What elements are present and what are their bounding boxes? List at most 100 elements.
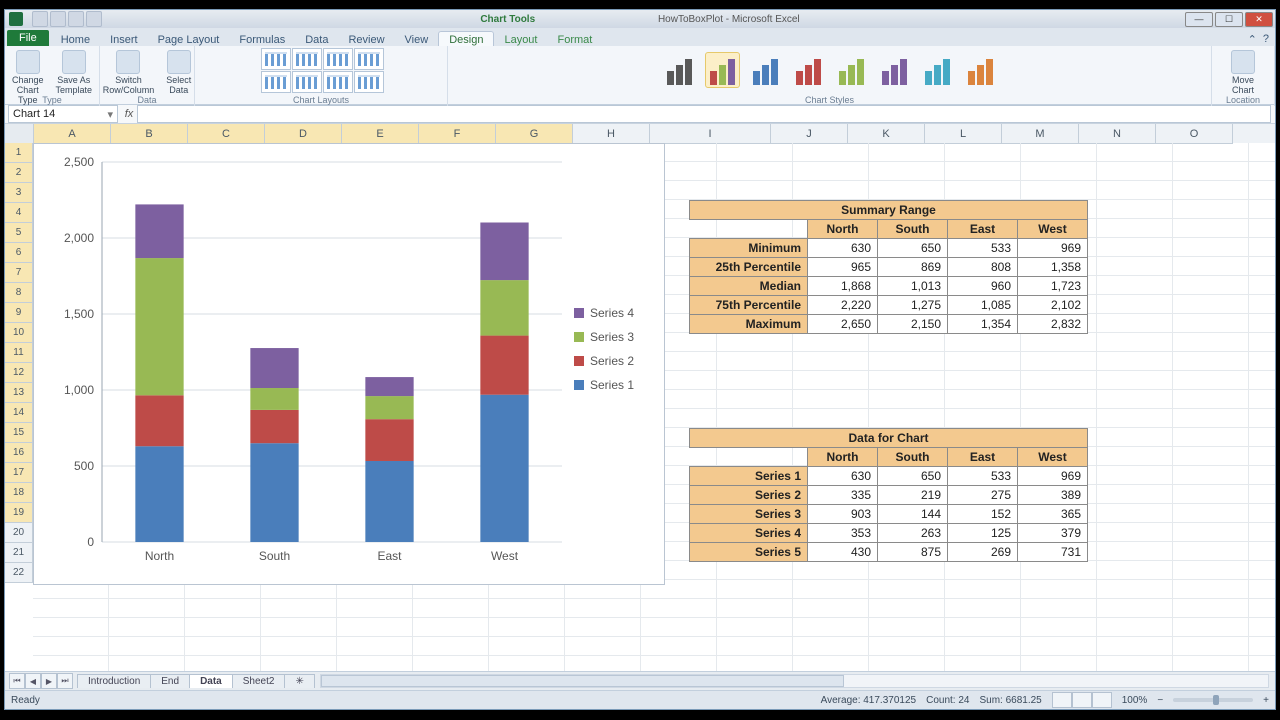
table-cell[interactable]: 365 xyxy=(1018,505,1088,524)
table-cell[interactable]: 903 xyxy=(808,505,878,524)
table-row[interactable]: Median1,8681,0139601,723 xyxy=(690,277,1088,296)
table-cell[interactable]: 869 xyxy=(878,258,948,277)
chart-layout-option[interactable] xyxy=(354,48,384,70)
table-row[interactable]: Maximum2,6502,1501,3542,832 xyxy=(690,315,1088,334)
tab-nav-last-icon[interactable]: ⏭ xyxy=(57,673,73,689)
table-cell[interactable]: 650 xyxy=(878,467,948,486)
chart-layout-option[interactable] xyxy=(292,71,322,93)
tab-nav-first-icon[interactable]: ⏮ xyxy=(9,673,25,689)
chart-layout-option[interactable] xyxy=(323,71,353,93)
row-header[interactable]: 19 xyxy=(5,503,33,523)
qat-more-icon[interactable] xyxy=(86,11,102,27)
sheet-tab[interactable]: Data xyxy=(189,674,233,688)
table-row[interactable]: Series 3903144152365 xyxy=(690,505,1088,524)
row-header[interactable]: 6 xyxy=(5,243,33,263)
table-cell[interactable]: 731 xyxy=(1018,543,1088,562)
column-header[interactable]: A xyxy=(34,124,111,144)
row-header[interactable]: 7 xyxy=(5,263,33,283)
row-header[interactable]: 21 xyxy=(5,543,33,563)
help-icon[interactable]: ? xyxy=(1263,33,1269,46)
chart-style-option[interactable] xyxy=(791,52,826,88)
new-sheet-button[interactable]: ✳ xyxy=(284,674,314,688)
data-for-chart-table[interactable]: Data for ChartNorthSouthEastWestSeries 1… xyxy=(689,428,1088,562)
table-row[interactable]: Minimum630650533969 xyxy=(690,239,1088,258)
table-row[interactable]: 75th Percentile2,2201,2751,0852,102 xyxy=(690,296,1088,315)
table-cell[interactable]: 125 xyxy=(948,524,1018,543)
column-header[interactable]: H xyxy=(573,124,650,144)
zoom-out-icon[interactable]: − xyxy=(1157,695,1163,706)
window-close-button[interactable]: ✕ xyxy=(1245,12,1273,27)
column-header[interactable]: K xyxy=(848,124,925,144)
chart-style-option[interactable] xyxy=(662,52,697,88)
row-header[interactable]: 5 xyxy=(5,223,33,243)
name-box[interactable]: Chart 14▾ xyxy=(8,105,118,123)
row-header[interactable]: 22 xyxy=(5,563,33,583)
table-row[interactable]: Series 1630650533969 xyxy=(690,467,1088,486)
select-data-button[interactable]: Select Data xyxy=(162,48,195,97)
chart-layout-option[interactable] xyxy=(261,71,291,93)
row-header[interactable]: 17 xyxy=(5,463,33,483)
move-chart-button[interactable]: Move Chart xyxy=(1218,48,1268,97)
table-cell[interactable]: 969 xyxy=(1018,239,1088,258)
table-cell[interactable]: 269 xyxy=(948,543,1018,562)
table-cell[interactable]: 969 xyxy=(1018,467,1088,486)
row-header[interactable]: 2 xyxy=(5,163,33,183)
table-row[interactable]: Series 4353263125379 xyxy=(690,524,1088,543)
table-cell[interactable]: 2,150 xyxy=(878,315,948,334)
table-cell[interactable]: 2,220 xyxy=(808,296,878,315)
table-cell[interactable]: 144 xyxy=(878,505,948,524)
table-cell[interactable]: 960 xyxy=(948,277,1018,296)
sheet-tab[interactable]: Introduction xyxy=(77,674,151,688)
chart-layout-option[interactable] xyxy=(292,48,322,70)
table-cell[interactable]: 965 xyxy=(808,258,878,277)
window-maximize-button[interactable]: ☐ xyxy=(1215,12,1243,27)
sheet-tab[interactable]: Sheet2 xyxy=(232,674,286,688)
window-minimize-button[interactable]: — xyxy=(1185,12,1213,27)
summary-range-table[interactable]: Summary RangeNorthSouthEastWestMinimum63… xyxy=(689,200,1088,334)
chart-style-option[interactable] xyxy=(877,52,912,88)
table-cell[interactable]: 263 xyxy=(878,524,948,543)
row-header[interactable]: 20 xyxy=(5,523,33,543)
column-header[interactable]: B xyxy=(111,124,188,144)
table-row[interactable]: Series 2335219275389 xyxy=(690,486,1088,505)
column-header[interactable]: M xyxy=(1002,124,1079,144)
column-header[interactable]: L xyxy=(925,124,1002,144)
table-cell[interactable]: 1,013 xyxy=(878,277,948,296)
column-header[interactable]: G xyxy=(496,124,573,144)
row-header[interactable]: 1 xyxy=(5,143,33,163)
chart-style-option[interactable] xyxy=(748,52,783,88)
table-cell[interactable]: 808 xyxy=(948,258,1018,277)
row-header[interactable]: 18 xyxy=(5,483,33,503)
chart-style-option[interactable] xyxy=(920,52,955,88)
row-header[interactable]: 14 xyxy=(5,403,33,423)
fx-icon[interactable]: fx xyxy=(121,108,137,120)
table-cell[interactable]: 2,102 xyxy=(1018,296,1088,315)
qat-undo-icon[interactable] xyxy=(50,11,66,27)
quick-access-toolbar[interactable] xyxy=(32,11,102,27)
row-header[interactable]: 10 xyxy=(5,323,33,343)
formula-input[interactable] xyxy=(137,105,1271,123)
table-cell[interactable]: 275 xyxy=(948,486,1018,505)
view-buttons[interactable] xyxy=(1052,692,1112,708)
ribbon-minimize-icon[interactable]: ⌃ xyxy=(1248,33,1257,46)
file-tab[interactable]: File xyxy=(7,30,49,46)
table-cell[interactable]: 533 xyxy=(948,467,1018,486)
column-header[interactable]: D xyxy=(265,124,342,144)
tab-nav-next-icon[interactable]: ▶ xyxy=(41,673,57,689)
horizontal-scrollbar[interactable] xyxy=(320,674,1269,688)
switch-row-column-button[interactable]: Switch Row/Column xyxy=(99,48,159,97)
table-cell[interactable]: 389 xyxy=(1018,486,1088,505)
column-header[interactable]: J xyxy=(771,124,848,144)
table-cell[interactable]: 2,650 xyxy=(808,315,878,334)
table-cell[interactable]: 1,275 xyxy=(878,296,948,315)
table-cell[interactable]: 630 xyxy=(808,467,878,486)
table-cell[interactable]: 430 xyxy=(808,543,878,562)
chart-style-option[interactable] xyxy=(705,52,740,88)
column-header[interactable]: O xyxy=(1156,124,1233,144)
table-cell[interactable]: 1,868 xyxy=(808,277,878,296)
table-cell[interactable]: 353 xyxy=(808,524,878,543)
qat-save-icon[interactable] xyxy=(32,11,48,27)
worksheet-area[interactable]: ABCDEFGHIJKLMNO 123456789101112131415161… xyxy=(5,124,1275,671)
chart-layout-option[interactable] xyxy=(261,48,291,70)
qat-redo-icon[interactable] xyxy=(68,11,84,27)
